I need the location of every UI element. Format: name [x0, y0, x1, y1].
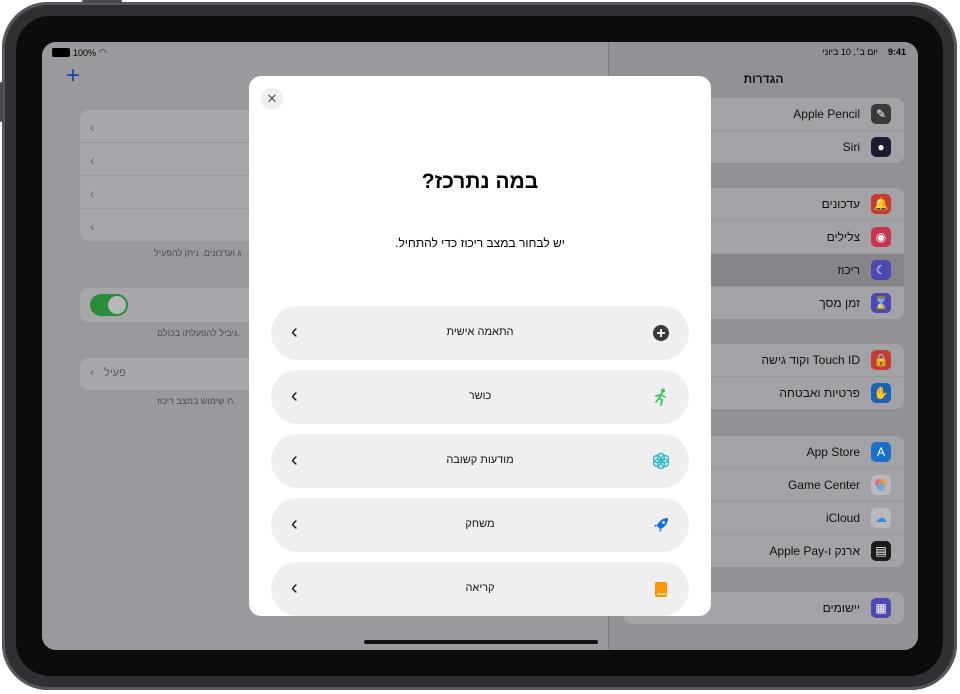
moon-icon: ☾	[871, 260, 891, 280]
option-label: התאמה אישית	[446, 326, 514, 338]
cloud-icon: ☁	[871, 508, 891, 528]
status-time: 9:41	[887, 47, 906, 57]
bell-icon: 🔔	[871, 194, 891, 214]
footer-text: גיביל להפעלתו בכולם.	[157, 328, 241, 338]
sidebar-item-label: Game Center	[787, 478, 860, 492]
battery-icon	[52, 48, 70, 57]
option-label: משחק	[465, 518, 495, 530]
plus-circle-icon	[651, 323, 671, 343]
sidebar-item-label: Touch ID וקוד גישה	[761, 353, 860, 367]
option-fitness[interactable]: ‹ כושר	[271, 370, 689, 424]
volume-button	[0, 82, 3, 122]
active-label: פעיל	[104, 367, 126, 379]
sidebar-item-label: Apple Pencil	[793, 107, 860, 121]
option-label: קריאה	[465, 582, 495, 594]
appstore-icon: A	[871, 442, 891, 462]
status-date: יום ב׳, 10 ביוני	[822, 47, 878, 57]
sidebar-item-label: App Store	[806, 445, 860, 459]
screen: + ‹ ‹ ‹ ‹ ג ועדכונים. ניתן להפעיל גיביל …	[42, 42, 918, 650]
lock-icon: 🔒	[871, 350, 891, 370]
speaker-icon: ◉	[871, 227, 891, 247]
close-button[interactable]: ✕	[261, 88, 283, 110]
gamecenter-icon	[871, 475, 891, 495]
chevron-left-icon: ‹	[90, 367, 94, 379]
siri-icon: ●	[871, 137, 891, 157]
running-icon	[651, 387, 671, 407]
sidebar-item-label: יישומים	[822, 601, 860, 615]
option-gaming[interactable]: ‹ משחק	[271, 498, 689, 552]
footer-text: ת שימוש במצב ריכוז.	[157, 396, 236, 406]
sidebar-item-label: זמן מסך	[819, 296, 860, 310]
footer-text: ג ועדכונים. ניתן להפעיל	[154, 248, 242, 258]
wallet-icon: ▤	[871, 541, 891, 561]
toggle-knob	[108, 296, 126, 314]
share-toggle[interactable]	[90, 294, 128, 316]
modal-title: במה נתרכז?	[421, 170, 539, 193]
top-button	[82, 0, 122, 3]
close-icon: ✕	[266, 91, 278, 106]
chevron-left-icon: ‹	[90, 119, 95, 135]
sidebar-item-label: פרטיות ואבטחה	[779, 386, 860, 400]
mindfulness-icon	[651, 451, 671, 471]
chevron-left-icon: ‹	[90, 152, 95, 168]
chevron-left-icon: ‹	[90, 185, 95, 201]
add-icon[interactable]: +	[66, 64, 80, 88]
wifi-icon: ◠	[99, 47, 107, 57]
option-label: מודעות קשובה	[446, 454, 514, 466]
book-icon	[651, 579, 671, 599]
battery-indicator: 100% ◠	[52, 47, 107, 58]
home-indicator	[364, 640, 598, 644]
sidebar-item-label: iCloud	[825, 511, 860, 525]
apps-icon: ▦	[871, 598, 891, 618]
hand-icon: ✋	[871, 383, 891, 403]
pencil-icon: ✎	[871, 104, 891, 124]
sidebar-item-label: צלילים	[826, 230, 860, 244]
modal-subtitle: יש לבחור במצב ריכוז כדי להתחיל.	[395, 236, 565, 250]
sidebar-item-label: ארנק ו-Apple Pay	[769, 544, 860, 558]
sidebar-item-label: ריכוז	[837, 263, 860, 277]
focus-picker-modal: ✕ במה נתרכז? יש לבחור במצב ריכוז כדי להת…	[249, 76, 711, 616]
option-label: כושר	[468, 390, 492, 402]
battery-percent: 100%	[73, 47, 97, 58]
option-custom[interactable]: ‹ התאמה אישית	[271, 306, 689, 360]
rocket-icon	[651, 515, 671, 535]
chevron-left-icon: ‹	[90, 218, 95, 234]
sidebar-item-label: עדכונים	[821, 197, 860, 211]
hourglass-icon: ⌛	[871, 293, 891, 313]
option-mindfulness[interactable]: ‹ מודעות קשובה	[271, 434, 689, 488]
option-reading[interactable]: ‹ קריאה	[271, 562, 689, 616]
status-bar: 9:41 יום ב׳, 10 ביוני 100% ◠	[42, 42, 918, 62]
sidebar-item-label: Siri	[842, 140, 860, 154]
